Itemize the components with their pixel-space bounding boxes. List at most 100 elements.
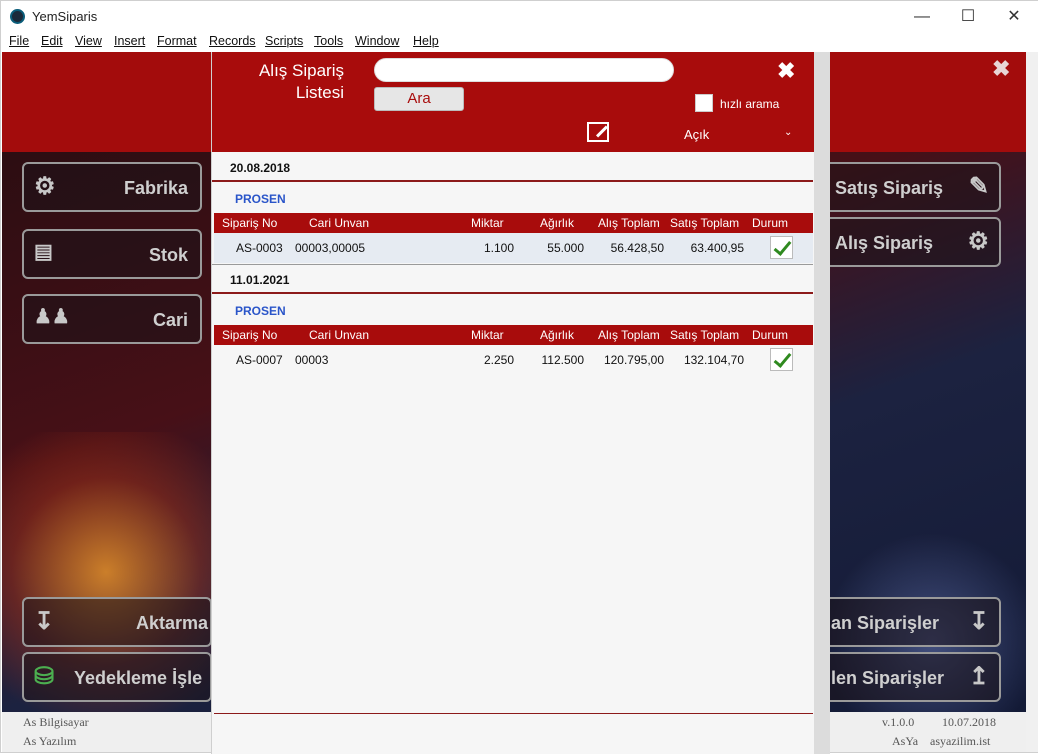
menu-file[interactable]: File bbox=[9, 34, 29, 48]
maximize-button[interactable]: ☐ bbox=[945, 1, 991, 32]
footer-company: As Bilgisayar bbox=[23, 715, 89, 729]
menu-scripts[interactable]: Scripts bbox=[265, 34, 303, 48]
cell-cari-unvan: 00003 bbox=[295, 353, 329, 367]
order-list-modal: Alış Sipariş Listesi Ara ✖ hızlı arama A… bbox=[211, 52, 815, 754]
close-icon[interactable]: ✖ bbox=[777, 58, 795, 84]
edit-icon[interactable] bbox=[587, 122, 609, 142]
tile-label: Cari bbox=[152, 310, 188, 330]
footer-site: asyazilim.ist bbox=[930, 734, 991, 748]
users-icon: ♟♟ bbox=[34, 306, 70, 328]
col-siparis-no: Sipariş No bbox=[222, 328, 278, 342]
footer-software: As Yazılım bbox=[23, 734, 77, 748]
group-divider bbox=[212, 292, 813, 294]
modal-title: Alış Sipariş Listesi bbox=[234, 60, 344, 104]
window-title: YemSiparis bbox=[32, 9, 98, 24]
chevron-down-icon[interactable]: ⌄ bbox=[784, 127, 792, 138]
window-scrollbar[interactable] bbox=[1026, 52, 1038, 752]
quick-search-checkbox[interactable] bbox=[695, 94, 713, 112]
tile-label: Satış Sipariş bbox=[835, 178, 944, 198]
download-icon: ↧ bbox=[968, 608, 989, 635]
footer-brand: AsYa bbox=[892, 734, 919, 748]
download-icon: ↧ bbox=[34, 608, 55, 635]
menu-window[interactable]: Window bbox=[355, 34, 399, 48]
col-cari-unvan: Cari Unvan bbox=[309, 328, 370, 342]
cell-agirlik: 112.500 bbox=[541, 353, 585, 367]
table-header: Sipariş No Cari Unvan Miktar Ağırlık Alı… bbox=[214, 325, 813, 345]
tile-label: len Siparişler bbox=[831, 668, 945, 688]
cell-alis-toplam: 56.428,50 bbox=[610, 241, 664, 255]
col-satis-toplam: Satış Toplam bbox=[670, 328, 740, 342]
menu-format[interactable]: Format bbox=[157, 34, 197, 48]
col-agirlik: Ağırlık bbox=[540, 328, 575, 342]
search-button[interactable]: Ara bbox=[374, 87, 464, 111]
cell-siparis-no: AS-0007 bbox=[236, 353, 283, 367]
tile-alis-siparis[interactable]: Alış Sipariş ⚙ bbox=[807, 217, 1001, 267]
close-window-button[interactable]: ✕ bbox=[991, 1, 1037, 32]
status-dropdown[interactable]: Açık bbox=[684, 127, 709, 142]
group-company: PROSEN bbox=[235, 192, 286, 206]
upload-icon: ↥ bbox=[968, 663, 989, 690]
group-date: 20.08.2018 bbox=[230, 161, 291, 175]
tile-gelen-siparisler[interactable]: an Siparişler ↧ bbox=[807, 597, 1001, 647]
gear-icon: ⚙ bbox=[34, 173, 56, 200]
app-window: YemSiparis — ☐ ✕ File Edit View Insert F… bbox=[0, 0, 1038, 754]
col-durum: Durum bbox=[752, 328, 789, 342]
tile-cari[interactable]: ♟♟ Cari bbox=[22, 294, 202, 344]
title-bar: YemSiparis — ☐ ✕ bbox=[1, 1, 1038, 32]
menu-bar: File Edit View Insert Format Records Scr… bbox=[1, 32, 1038, 52]
search-input[interactable] bbox=[374, 58, 674, 82]
modal-title-line2: Listesi bbox=[295, 83, 344, 102]
tile-yedekleme[interactable]: ⛁ Yedekleme İşle bbox=[22, 652, 212, 702]
status-checkbox[interactable] bbox=[770, 236, 793, 259]
modal-header: Alış Sipariş Listesi Ara ✖ hızlı arama A… bbox=[212, 52, 815, 152]
cell-cari-unvan: 00003,00005 bbox=[295, 241, 366, 255]
col-cari-unvan: Cari Unvan bbox=[309, 216, 370, 230]
cell-siparis-no: AS-0003 bbox=[236, 241, 283, 255]
table-header: Sipariş No Cari Unvan Miktar Ağırlık Alı… bbox=[214, 213, 813, 233]
footer-divider bbox=[214, 713, 813, 714]
tile-stok[interactable]: ▤ Stok bbox=[22, 229, 202, 279]
cell-satis-toplam: 132.104,70 bbox=[683, 353, 744, 367]
tile-satis-siparis[interactable]: Satış Sipariş ✎ bbox=[807, 162, 1001, 212]
modal-title-line1: Alış Sipariş bbox=[258, 61, 344, 80]
menu-tools[interactable]: Tools bbox=[314, 34, 343, 48]
group-company: PROSEN bbox=[235, 304, 286, 318]
col-agirlik: Ağırlık bbox=[540, 216, 575, 230]
cell-alis-toplam: 120.795,00 bbox=[603, 353, 664, 367]
col-alis-toplam: Alış Toplam bbox=[598, 216, 660, 230]
tile-label: an Siparişler bbox=[831, 613, 940, 633]
tile-label: Alış Sipariş bbox=[835, 233, 934, 253]
col-miktar: Miktar bbox=[471, 328, 504, 342]
cell-miktar: 2.250 bbox=[483, 353, 514, 367]
footer-date: 10.07.2018 bbox=[942, 715, 996, 729]
status-checkbox[interactable] bbox=[770, 348, 793, 371]
tile-gonderilen-siparisler[interactable]: len Siparişler ↥ bbox=[807, 652, 1001, 702]
user-edit-icon: ✎ bbox=[968, 173, 989, 200]
footer-version: v.1.0.0 bbox=[882, 715, 915, 729]
menu-records[interactable]: Records bbox=[209, 34, 256, 48]
group-date: 11.01.2021 bbox=[230, 273, 290, 287]
col-siparis-no: Sipariş No bbox=[222, 216, 278, 230]
app-icon bbox=[10, 9, 25, 24]
tile-label: Stok bbox=[148, 245, 188, 265]
modal-scrollbar[interactable] bbox=[814, 52, 830, 754]
tile-label: Yedekleme İşle bbox=[74, 668, 203, 688]
menu-edit[interactable]: Edit bbox=[41, 34, 63, 48]
cell-miktar: 1.100 bbox=[483, 241, 514, 255]
tile-aktarma[interactable]: ↧ Aktarma bbox=[22, 597, 212, 647]
barcode-icon: ▤ bbox=[34, 241, 53, 263]
database-icon: ⛁ bbox=[34, 663, 55, 690]
table-row[interactable]: AS-0003 00003,00005 1.100 55.000 56.428,… bbox=[214, 233, 813, 263]
tile-fabrika[interactable]: ⚙ Fabrika bbox=[22, 162, 202, 212]
background-close-icon[interactable]: ✖ bbox=[992, 56, 1010, 82]
minimize-button[interactable]: — bbox=[899, 1, 945, 32]
quick-search-label: hızlı arama bbox=[720, 97, 780, 111]
menu-help[interactable]: Help bbox=[413, 34, 439, 48]
menu-insert[interactable]: Insert bbox=[114, 34, 145, 48]
menu-view[interactable]: View bbox=[75, 34, 102, 48]
tile-label: Aktarma bbox=[135, 613, 208, 633]
user-settings-icon: ⚙ bbox=[967, 228, 989, 255]
tile-label: Fabrika bbox=[123, 178, 188, 198]
cell-agirlik: 55.000 bbox=[547, 241, 584, 255]
table-row[interactable]: AS-0007 00003 2.250 112.500 120.795,00 1… bbox=[214, 345, 813, 375]
